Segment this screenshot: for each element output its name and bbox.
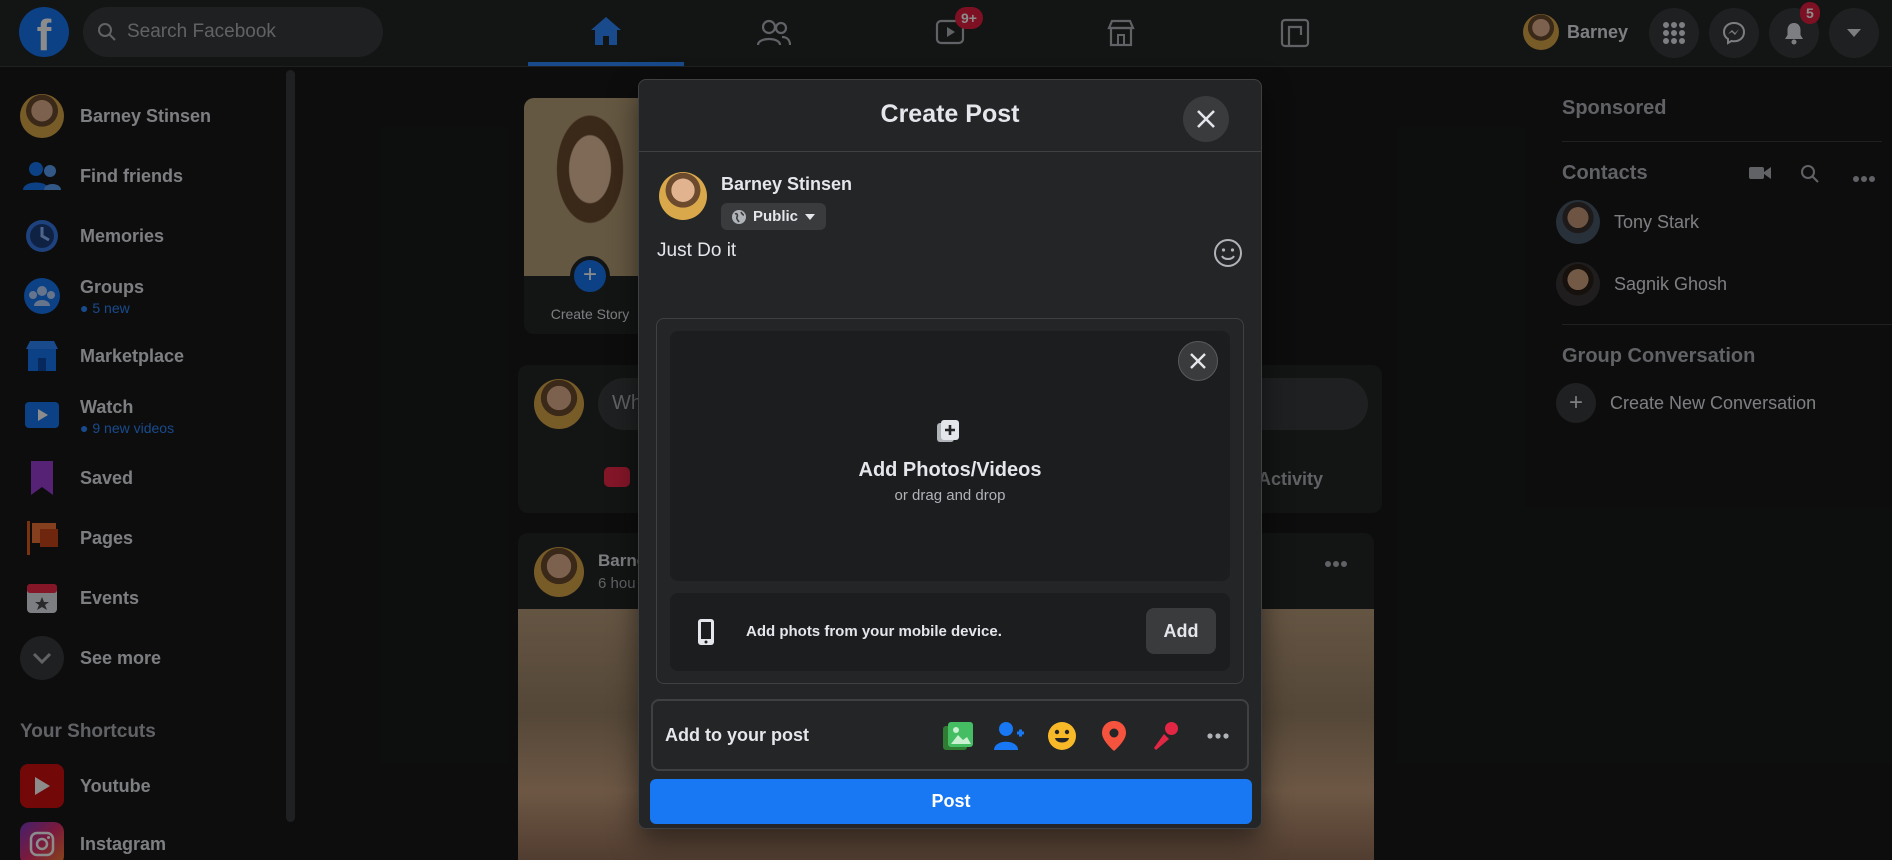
media-upload-area: Add Photos/Videos or drag and drop Add p…	[656, 318, 1244, 684]
privacy-label: Public	[753, 208, 799, 225]
more-options-icon[interactable]	[1199, 717, 1237, 755]
privacy-selector[interactable]: Public	[721, 203, 827, 230]
close-icon	[1190, 353, 1206, 369]
mobile-add-button[interactable]: Add	[1146, 608, 1216, 654]
close-button[interactable]	[1183, 96, 1229, 142]
add-to-post-bar: Add to your post	[651, 699, 1249, 771]
close-icon	[1197, 110, 1215, 128]
post-text-input[interactable]: Just Do it	[657, 240, 736, 262]
dropzone-subtitle: or drag and drop	[894, 487, 1006, 504]
globe-icon	[732, 209, 746, 224]
remove-media-button[interactable]	[1178, 341, 1218, 381]
tag-people-icon[interactable]	[991, 717, 1029, 755]
feeling-icon[interactable]	[1043, 717, 1081, 755]
dropzone-title: Add Photos/Videos	[858, 459, 1042, 481]
avatar	[659, 172, 707, 220]
mobile-upload-text: Add phots from your mobile device.	[746, 623, 1002, 640]
create-post-dialog: Create Post Barney Stinsen Public Just D…	[638, 79, 1262, 829]
add-to-post-label: Add to your post	[665, 725, 809, 745]
caret-down-icon	[805, 213, 816, 220]
author-name: Barney Stinsen	[721, 174, 853, 194]
post-button[interactable]: Post	[650, 779, 1252, 824]
add-photo-icon	[934, 417, 962, 450]
dialog-title: Create Post	[880, 100, 1020, 128]
location-pin-icon[interactable]	[1095, 717, 1133, 755]
mobile-upload-row: Add phots from your mobile device. Add	[670, 593, 1230, 671]
post-author-block: Barney Stinsen Public	[659, 172, 852, 230]
microphone-icon[interactable]	[1147, 717, 1185, 755]
photo-dropzone[interactable]: Add Photos/Videos or drag and drop	[670, 331, 1230, 581]
phone-icon	[696, 618, 716, 651]
emoji-button[interactable]	[1212, 237, 1244, 269]
smiley-icon	[1214, 239, 1242, 267]
dialog-header: Create Post	[639, 80, 1261, 152]
photo-video-icon[interactable]	[939, 717, 977, 755]
